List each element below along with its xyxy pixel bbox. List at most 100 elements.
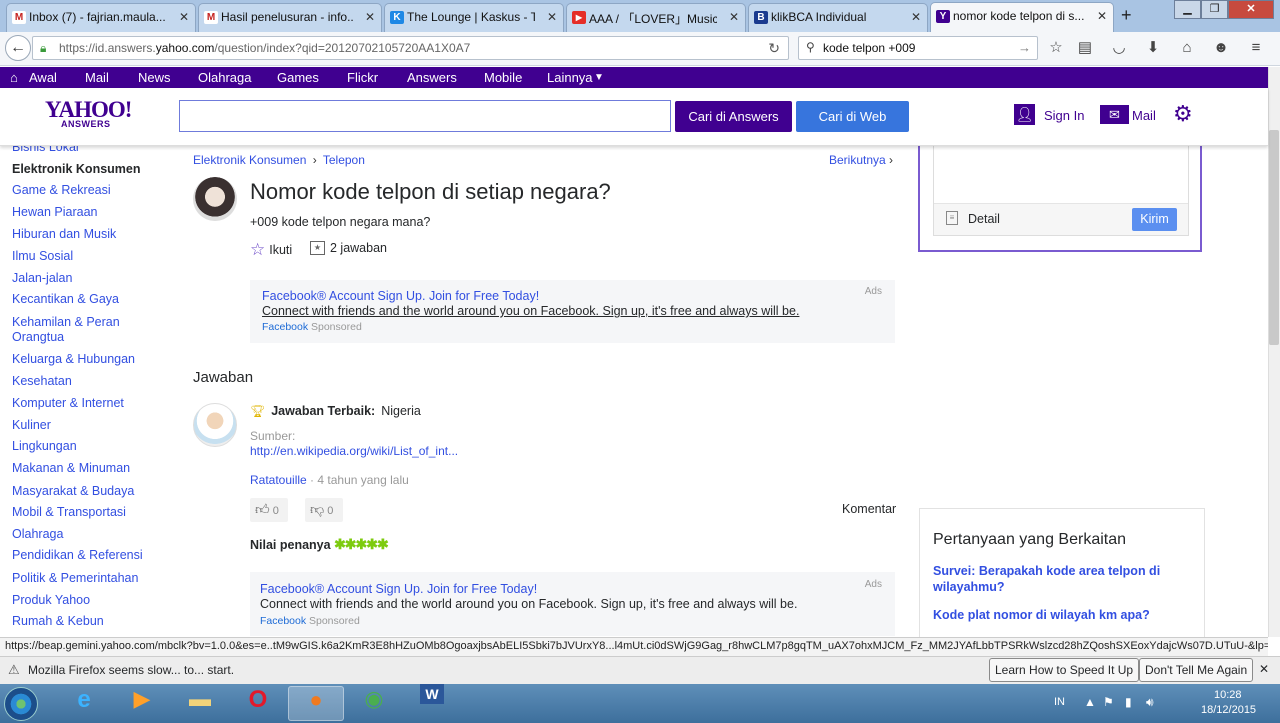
- sidebar-item-produk-yahoo[interactable]: Produk Yahoo: [12, 593, 162, 608]
- sidebar-item-komputer[interactable]: Komputer & Internet: [12, 396, 162, 411]
- breadcrumb-category[interactable]: Elektronik Konsumen: [193, 153, 306, 167]
- sidebar-item-game[interactable]: Game & Rekreasi: [12, 183, 162, 198]
- sidebar-item-kesehatan[interactable]: Kesehatan: [12, 374, 162, 389]
- scrollbar-thumb[interactable]: [1269, 130, 1279, 345]
- pocket-icon[interactable]: ◡: [1110, 40, 1128, 56]
- reload-icon[interactable]: ↻: [768, 40, 780, 57]
- language-indicator[interactable]: IN: [1054, 696, 1065, 708]
- gear-icon[interactable]: ⚙: [1173, 101, 1193, 127]
- ynav-awal[interactable]: Awal: [29, 70, 57, 85]
- chrome-icon[interactable]: ◉: [346, 686, 402, 721]
- sidebar-item-kecantikan[interactable]: Kecantikan & Gaya: [12, 292, 162, 307]
- ad-text[interactable]: Connect with friends and the world aroun…: [262, 304, 799, 318]
- sidebar-item-hiburan[interactable]: Hiburan dan Musik: [12, 227, 162, 242]
- asker-avatar[interactable]: [193, 177, 237, 221]
- ynav-news[interactable]: News: [138, 70, 171, 85]
- close-icon[interactable]: ✕: [1259, 662, 1269, 676]
- hello-icon[interactable]: ☻: [1212, 40, 1230, 56]
- tab-gmail-inbox[interactable]: M Inbox (7) - fajrian.maula... ✕: [6, 3, 196, 32]
- sidebar-item-politik[interactable]: Politik & Pemerintahan: [12, 571, 162, 586]
- minimize-button[interactable]: ▁: [1174, 0, 1201, 19]
- tab-youtube[interactable]: ▶ AAA / 「LOVER」Music Vi... ✕: [566, 3, 746, 32]
- home-icon[interactable]: ⌂: [1178, 40, 1196, 56]
- word-icon[interactable]: W: [404, 684, 460, 721]
- ad-title[interactable]: Facebook® Account Sign Up. Join for Free…: [260, 582, 537, 596]
- ynav-mobile[interactable]: Mobile: [484, 70, 522, 85]
- close-icon[interactable]: ✕: [911, 10, 921, 24]
- breadcrumb-subcategory[interactable]: Telepon: [323, 153, 365, 167]
- tab-yahoo-answers[interactable]: Y nomor kode telpon di s... ✕: [930, 2, 1114, 33]
- tab-gmail-search[interactable]: M Hasil penelusuran - info... ✕: [198, 3, 382, 32]
- search-go-icon[interactable]: →: [1018, 40, 1031, 55]
- firefox-icon[interactable]: ●: [288, 686, 344, 721]
- speed-up-button[interactable]: Learn How to Speed It Up: [989, 658, 1140, 682]
- menu-icon[interactable]: ≡: [1247, 40, 1265, 56]
- tray-arrow-icon[interactable]: ▲: [1084, 695, 1096, 709]
- sign-in-link[interactable]: Sign In: [1044, 108, 1084, 123]
- download-icon[interactable]: ⬇: [1144, 40, 1162, 56]
- media-player-icon[interactable]: ▶: [114, 686, 170, 721]
- answers-count[interactable]: ★ 2 jawaban: [310, 241, 387, 255]
- tab-kaskus[interactable]: K The Lounge | Kaskus - T... ✕: [384, 3, 564, 32]
- sponsored-ad[interactable]: Ads Facebook® Account Sign Up. Join for …: [250, 280, 895, 343]
- thumbs-down-button[interactable]: 👎︎ 0: [305, 498, 343, 522]
- submit-button[interactable]: Kirim: [1132, 208, 1177, 231]
- sidebar-item-mobil[interactable]: Mobil & Transportasi: [12, 505, 162, 520]
- sidebar-item-bisnis-lokal[interactable]: Bisnis Lokal: [12, 146, 162, 155]
- answerer-avatar[interactable]: [193, 403, 237, 447]
- new-tab-button[interactable]: +: [1121, 5, 1132, 26]
- tab-klikbca[interactable]: B klikBCA Individual ✕: [748, 3, 928, 32]
- window-close-button[interactable]: ✕: [1228, 0, 1274, 19]
- browser-search-input[interactable]: ⚲ kode telpon +009 →: [798, 36, 1038, 60]
- sidebar-item-elektronik[interactable]: Elektronik Konsumen: [12, 162, 162, 177]
- sidebar-item-olahraga[interactable]: Olahraga: [12, 527, 162, 542]
- source-link[interactable]: http://en.wikipedia.org/wiki/List_of_int…: [250, 444, 458, 458]
- sidebar-item-keluarga[interactable]: Keluarga & Hubungan: [12, 352, 162, 367]
- start-button[interactable]: [4, 687, 38, 721]
- dont-tell-button[interactable]: Don't Tell Me Again: [1139, 658, 1254, 682]
- close-icon[interactable]: ✕: [729, 10, 739, 24]
- sidebar-item-kuliner[interactable]: Kuliner: [12, 418, 162, 433]
- detail-label[interactable]: Detail: [968, 212, 1000, 226]
- answers-search-input[interactable]: [179, 100, 671, 132]
- close-icon[interactable]: ✕: [547, 10, 557, 24]
- close-icon[interactable]: ✕: [365, 10, 375, 24]
- sidebar-item-ilmu-sosial[interactable]: Ilmu Sosial: [12, 249, 162, 264]
- search-web-button[interactable]: Cari di Web: [796, 101, 909, 132]
- close-icon[interactable]: ✕: [179, 10, 189, 24]
- sidebar-item-lingkungan[interactable]: Lingkungan: [12, 439, 162, 454]
- volume-icon[interactable]: 🔊︎: [1146, 695, 1154, 710]
- ynav-olahraga[interactable]: Olahraga: [198, 70, 251, 85]
- thumbs-up-button[interactable]: 👍︎ 0: [250, 498, 288, 522]
- bookmarks-list-icon[interactable]: ▤: [1076, 40, 1094, 56]
- back-button[interactable]: ←: [5, 35, 31, 61]
- user-icon[interactable]: 👤︎: [1014, 104, 1035, 125]
- sidebar-item-pendidikan[interactable]: Pendidikan & Referensi: [12, 548, 162, 563]
- related-item[interactable]: Survei: Berapakah kode area telpon di wi…: [933, 563, 1183, 595]
- sidebar-item-masyarakat[interactable]: Masyarakat & Budaya: [12, 484, 162, 499]
- close-icon[interactable]: ✕: [1097, 9, 1107, 23]
- ad-title[interactable]: Facebook® Account Sign Up. Join for Free…: [262, 289, 539, 303]
- url-input[interactable]: 🔒︎ https://id.answers.yahoo.com/question…: [32, 36, 789, 60]
- clock-time[interactable]: 10:28: [1214, 689, 1242, 701]
- home-icon[interactable]: ⌂: [10, 70, 18, 85]
- ynav-flickr[interactable]: Flickr: [347, 70, 378, 85]
- search-answers-button[interactable]: Cari di Answers: [675, 101, 792, 132]
- mail-link[interactable]: Mail: [1132, 108, 1156, 123]
- sponsored-ad-2[interactable]: Ads Facebook® Account Sign Up. Join for …: [250, 572, 895, 636]
- sidebar-item-jalan[interactable]: Jalan-jalan: [12, 271, 162, 286]
- mail-icon[interactable]: ✉: [1100, 105, 1129, 124]
- ynav-mail[interactable]: Mail: [85, 70, 109, 85]
- flag-icon[interactable]: ⚑: [1103, 695, 1114, 709]
- opera-icon[interactable]: O: [230, 686, 286, 721]
- ynav-answers[interactable]: Answers: [407, 70, 457, 85]
- next-link[interactable]: Berikutnya ›: [829, 153, 893, 167]
- related-item[interactable]: Kode plat nomor di wilayah km apa?: [933, 608, 1183, 622]
- sidebar-item-rumah[interactable]: Rumah & Kebun: [12, 614, 162, 629]
- sidebar-item-makanan[interactable]: Makanan & Minuman: [12, 461, 162, 476]
- bookmark-star-icon[interactable]: ☆: [1047, 40, 1065, 56]
- network-icon[interactable]: ▮: [1125, 695, 1132, 709]
- ynav-games[interactable]: Games: [277, 70, 319, 85]
- author-link[interactable]: Ratatouille: [250, 473, 307, 487]
- restore-button[interactable]: ❐: [1201, 0, 1228, 19]
